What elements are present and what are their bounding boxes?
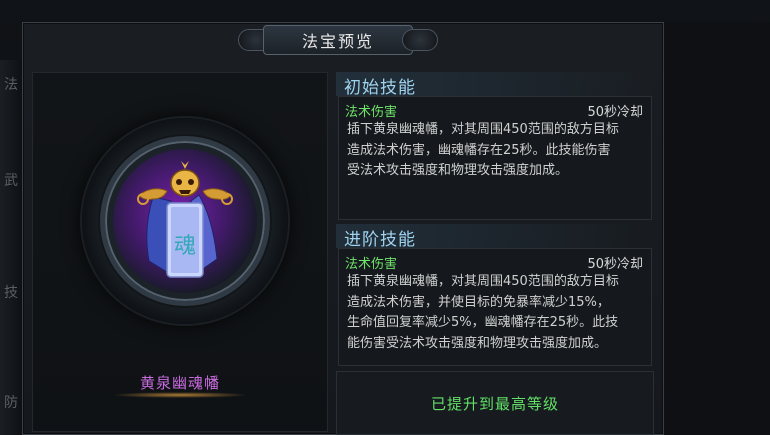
side-menu-char[interactable]: 技 — [4, 282, 18, 302]
initial-skill-title: 初始技能 — [344, 78, 416, 98]
skill-description-line: 插下黄泉幽魂幡，对其周围450范围的敌方目标 — [347, 274, 619, 289]
item-name-underline — [112, 392, 248, 398]
banner-glyph: 魂 — [174, 234, 196, 259]
skill-description: 插下黄泉幽魂幡，对其周围450范围的敌方目标 造成法术伤害，幽魂幡存在25秒。此… — [347, 120, 645, 182]
right-edge — [664, 22, 770, 435]
side-menu-char[interactable]: 防 — [4, 392, 18, 412]
skill-description-line: 造成法术伤害，并使目标的免暴率减少15%， — [347, 294, 610, 310]
skill-description-line: 生命值回复率减少5%，幽魂幡存在25秒。此技 — [347, 315, 619, 330]
advanced-skill-box: 法术伤害 50秒冷却 插下黄泉幽魂幡，对其周围450范围的敌方目标 造成法术伤害… — [338, 248, 652, 366]
item-name: 黄泉幽魂幡 — [139, 374, 220, 392]
skill-cooldown: 50秒冷却 — [587, 104, 643, 120]
skill-damage-type: 法术伤害 — [345, 256, 398, 272]
skill-cooldown: 50秒冷却 — [587, 256, 643, 272]
skill-header: 法术伤害 50秒冷却 — [345, 101, 643, 120]
advanced-skill-title: 进阶技能 — [344, 230, 416, 250]
title-ornament-right — [402, 29, 438, 51]
initial-skill-box: 法术伤害 50秒冷却 插下黄泉幽魂幡，对其周围450范围的敌方目标 造成法术伤害… — [338, 96, 652, 220]
skull-banner-icon: 魂 — [137, 161, 233, 279]
window-title: 法宝预览 — [263, 25, 413, 55]
skill-damage-type: 法术伤害 — [345, 104, 398, 120]
side-menu-char[interactable]: 武 — [4, 170, 18, 190]
side-menu-strip: 法 武 技 防 — [0, 60, 22, 435]
title-plaque: 法宝预览 — [238, 23, 438, 57]
skill-description-line: 受法术攻击强度和物理攻击强度加成。 — [347, 163, 569, 178]
skill-description: 插下黄泉幽魂幡，对其周围450范围的敌方目标 造成法术伤害，并使目标的免暴率减少… — [347, 272, 645, 354]
skill-description-line: 插下黄泉幽魂幡，对其周围450范围的敌方目标 — [347, 122, 619, 137]
skill-description-line: 能伤害受法术攻击强度和物理攻击强度加成。 — [347, 335, 608, 351]
max-level-status: 已提升到最高等级 — [336, 371, 654, 435]
skill-description-line: 造成法术伤害，幽魂幡存在25秒。此技能伤害 — [347, 142, 611, 158]
side-menu-char[interactable]: 法 — [4, 74, 18, 94]
skill-header: 法术伤害 50秒冷却 — [345, 253, 643, 272]
